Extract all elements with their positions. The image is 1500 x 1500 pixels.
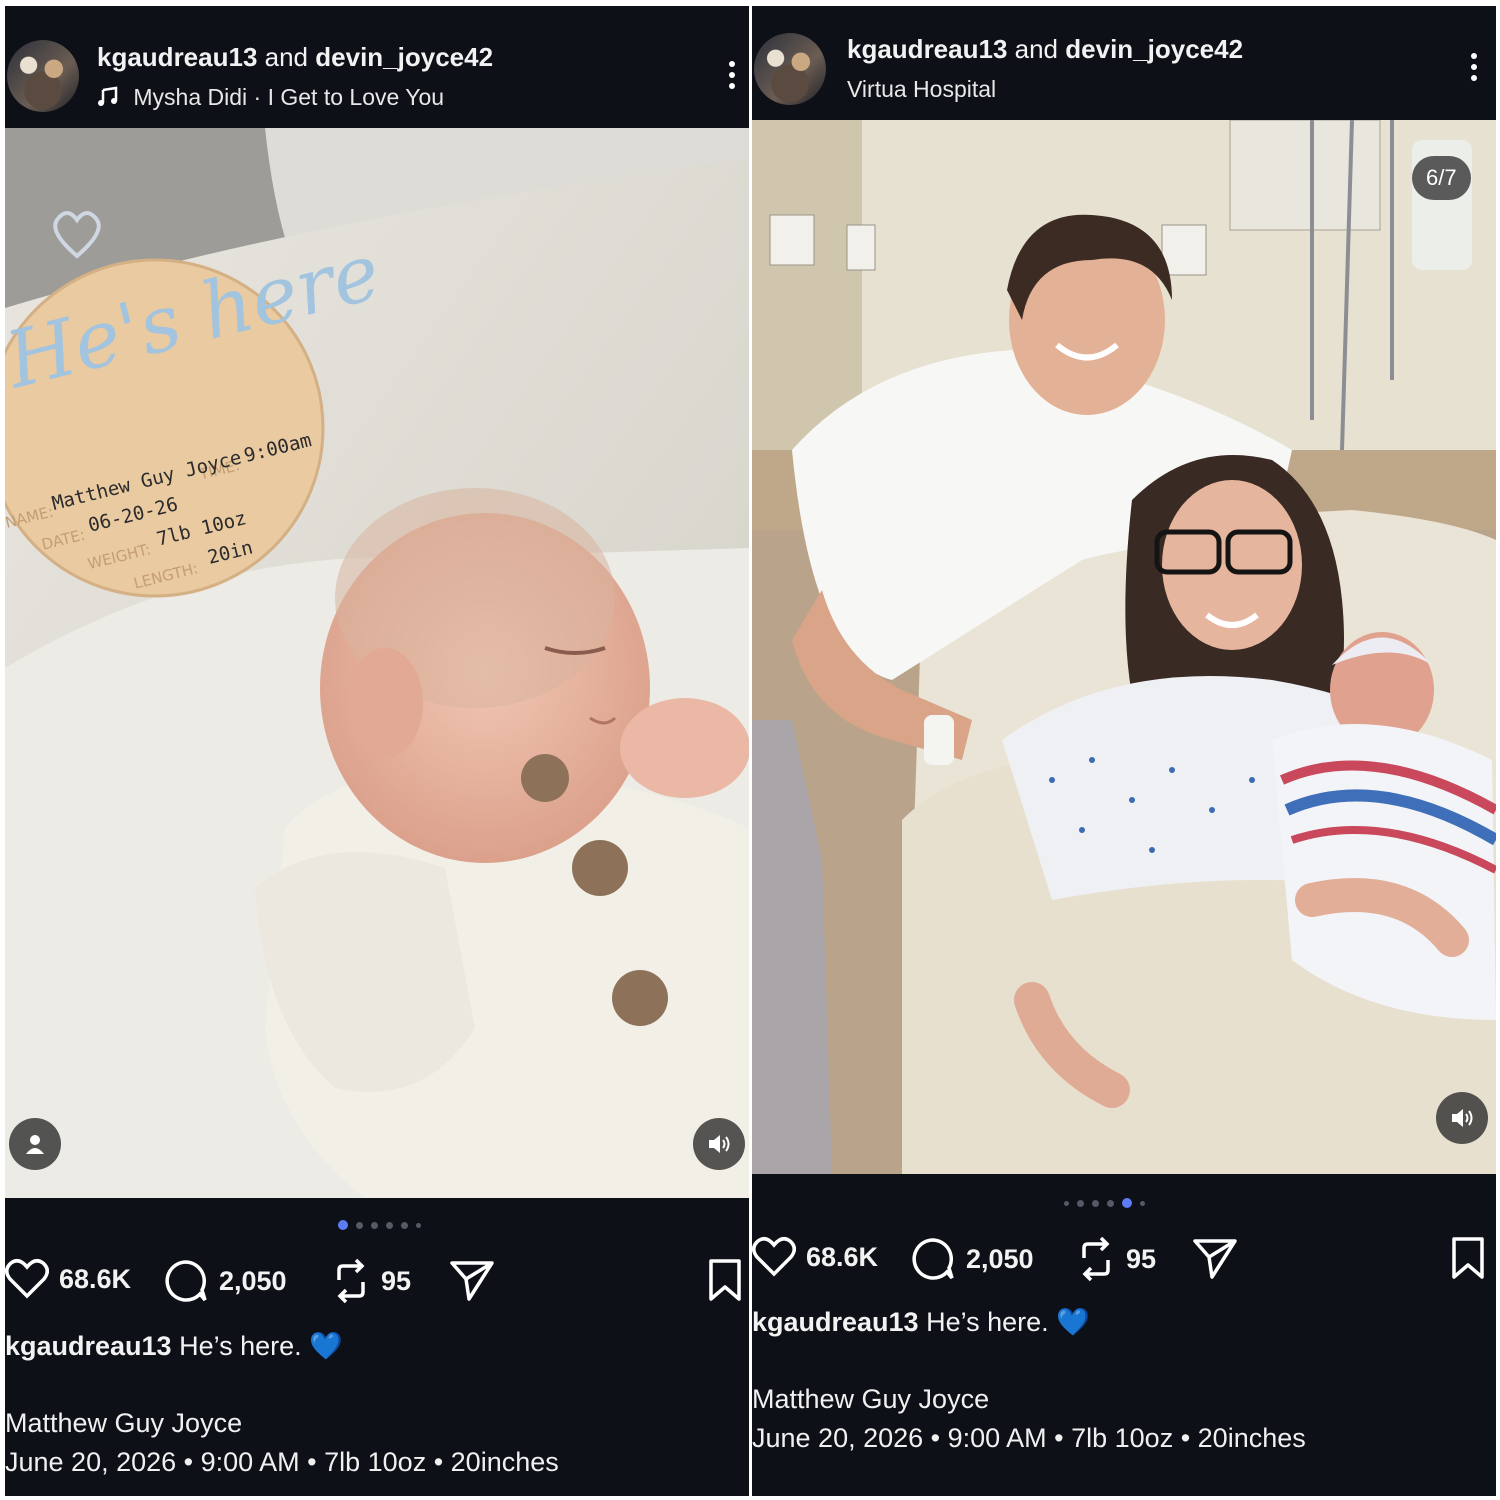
hospital-photo-illustration — [752, 120, 1496, 1174]
more-icon[interactable] — [1471, 53, 1479, 86]
user-icon[interactable] — [9, 1118, 61, 1170]
action-bar: 68.6K 2,050 95 — [5, 1258, 749, 1308]
and-word: and — [1014, 34, 1059, 64]
and-word: and — [264, 42, 309, 72]
birth-details: June 20, 2026 • 9:00 AM • 7lb 10oz • 20i… — [5, 1447, 559, 1477]
carousel-dot — [1092, 1199, 1099, 1207]
post-authors[interactable]: kgaudreau13 and devin_joyce42 — [847, 34, 1243, 65]
carousel-dots — [338, 1220, 421, 1230]
share-button[interactable] — [449, 1258, 495, 1302]
comment-button[interactable]: 2,050 — [163, 1258, 287, 1304]
avatar[interactable] — [7, 40, 79, 112]
carousel-dot — [386, 1221, 393, 1229]
heart-icon — [5, 1258, 49, 1300]
music-track: Mysha Didi · I Get to Love You — [133, 84, 445, 110]
like-button[interactable]: 68.6K — [752, 1236, 878, 1278]
heart-icon — [752, 1236, 796, 1278]
location-tag[interactable]: Virtua Hospital — [847, 76, 996, 103]
caption-username[interactable]: kgaudreau13 — [5, 1331, 172, 1361]
baby-photo-illustration: He's here NAME: TIME: DATE: WEIGHT: LENG… — [5, 128, 749, 1198]
music-icon — [97, 86, 119, 114]
carousel-dot — [356, 1221, 363, 1229]
baby-name: Matthew Guy Joyce — [5, 1408, 243, 1438]
more-icon[interactable] — [729, 61, 737, 94]
author-primary[interactable]: kgaudreau13 — [97, 42, 257, 72]
comment-icon — [910, 1236, 956, 1282]
action-bar: 68.6K 2,050 95 — [752, 1236, 1496, 1286]
share-button[interactable] — [1192, 1236, 1238, 1280]
share-icon — [1192, 1236, 1238, 1280]
carousel-dot — [371, 1221, 378, 1229]
carousel-dot-active — [338, 1220, 348, 1230]
birth-details: June 20, 2026 • 9:00 AM • 7lb 10oz • 20i… — [752, 1423, 1306, 1453]
bookmark-button[interactable] — [1450, 1236, 1486, 1280]
avatar[interactable] — [754, 33, 826, 105]
repost-count: 95 — [381, 1265, 412, 1296]
post-photo-baby[interactable]: He's here NAME: TIME: DATE: WEIGHT: LENG… — [5, 128, 749, 1198]
carousel-dot — [1107, 1199, 1114, 1207]
sound-icon[interactable] — [1436, 1092, 1488, 1144]
comment-count: 2,050 — [966, 1243, 1034, 1274]
carousel-dots — [1064, 1198, 1145, 1208]
caption-text: He’s here. — [926, 1307, 1049, 1337]
carousel-dot — [1064, 1200, 1069, 1206]
repost-button[interactable]: 95 — [1076, 1236, 1156, 1282]
share-icon — [449, 1258, 495, 1302]
blue-heart-emoji: 💙 — [1056, 1307, 1090, 1337]
carousel-dot — [1077, 1199, 1084, 1207]
baby-name: Matthew Guy Joyce — [752, 1384, 990, 1414]
like-button[interactable]: 68.6K — [5, 1258, 131, 1300]
like-count: 68.6K — [59, 1263, 132, 1294]
carousel-dot — [1140, 1200, 1145, 1206]
comment-count: 2,050 — [219, 1265, 287, 1296]
sound-icon[interactable] — [693, 1118, 745, 1170]
author-secondary[interactable]: devin_joyce42 — [1065, 34, 1243, 64]
author-primary[interactable]: kgaudreau13 — [847, 34, 1007, 64]
carousel-dot — [401, 1221, 408, 1229]
caption: kgaudreau13 He’s here. 💙 — [5, 1330, 343, 1362]
bookmark-button[interactable] — [707, 1258, 743, 1302]
slide-indicator: 6/7 — [1412, 156, 1471, 200]
caption-text: He’s here. — [179, 1331, 302, 1361]
like-count: 68.6K — [806, 1241, 879, 1272]
post-header: kgaudreau13 and devin_joyce42 Virtua Hos… — [752, 6, 1496, 126]
repost-count: 95 — [1126, 1243, 1157, 1274]
post-photo-family[interactable]: 6/7 — [752, 120, 1496, 1174]
author-secondary[interactable]: devin_joyce42 — [315, 42, 493, 72]
post-panel-left: kgaudreau13 and devin_joyce42 Mysha Didi… — [5, 6, 749, 1496]
carousel-dot — [416, 1222, 421, 1228]
bookmark-icon — [707, 1258, 743, 1302]
comment-icon — [163, 1258, 209, 1304]
caption: kgaudreau13 He’s here. 💙 — [752, 1306, 1090, 1338]
repost-icon — [331, 1258, 371, 1304]
music-line[interactable]: Mysha Didi · I Get to Love You — [97, 84, 444, 114]
comment-button[interactable]: 2,050 — [910, 1236, 1034, 1282]
blue-heart-emoji: 💙 — [309, 1331, 343, 1361]
post-panel-right: kgaudreau13 and devin_joyce42 Virtua Hos… — [752, 6, 1496, 1496]
carousel-dot-active — [1122, 1198, 1132, 1208]
repost-icon — [1076, 1236, 1116, 1282]
repost-button[interactable]: 95 — [331, 1258, 411, 1304]
bookmark-icon — [1450, 1236, 1486, 1280]
post-header: kgaudreau13 and devin_joyce42 Mysha Didi… — [5, 6, 749, 126]
post-authors[interactable]: kgaudreau13 and devin_joyce42 — [97, 42, 493, 73]
caption-username[interactable]: kgaudreau13 — [752, 1307, 919, 1337]
